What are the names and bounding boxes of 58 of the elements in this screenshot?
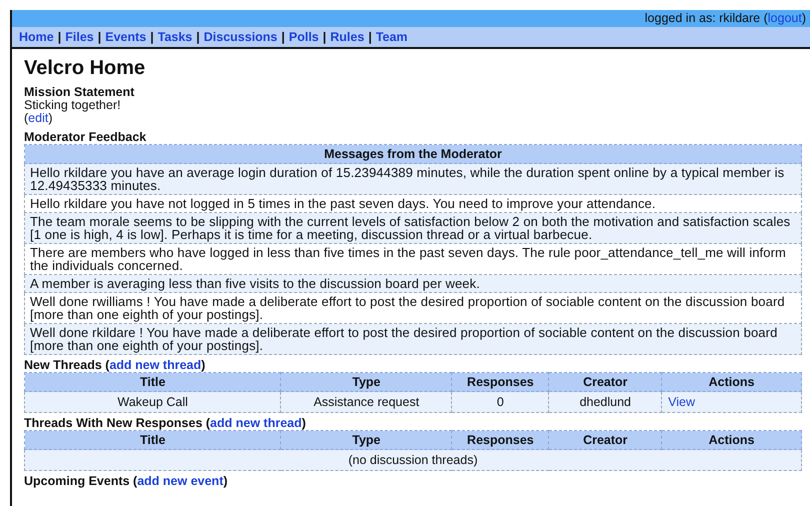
column-header: Actions (662, 430, 802, 450)
nav-separator: | (281, 30, 285, 44)
nav-separator: | (196, 30, 200, 44)
nav-separator: | (150, 30, 154, 44)
add-link[interactable]: add new event (137, 474, 224, 488)
section-heading: Threads With New Responses ( (24, 416, 210, 430)
table-header: Messages from the Moderator (24, 144, 802, 164)
nav-link[interactable]: Home (19, 30, 54, 44)
message-cell: Hello rkildare you have not logged in 5 times in the past seven days. You need to improve your attendance. (24, 194, 802, 212)
message-cell: The team morale seems to be slipping with the current levels of satisfaction below 2 on both the motivation and satisfaction scales [1 one is high, 4 is low]. Perhaps it is time for a meeting, discussion thread or a virtual barbecue. (24, 212, 802, 244)
add-link[interactable]: add new thread (109, 358, 202, 372)
table-cell: dhedlund (548, 392, 662, 412)
nav-link[interactable]: Files (65, 30, 94, 44)
table-cell: Wakeup Call (24, 392, 281, 412)
column-header: Responses (452, 372, 549, 392)
message-cell: There are members who have logged in less than five times in the past seven days. The rule poor_attendance_tell_me will inform the individuals concerned. (24, 244, 802, 274)
column-header: Responses (452, 430, 549, 450)
view-link[interactable]: View (662, 392, 802, 412)
column-header: Type (280, 372, 452, 392)
message-cell: A member is averaging less than five visits to the discussion board per week. (24, 274, 802, 292)
table-cell: Assistance request (280, 392, 452, 412)
section-heading: Upcoming Events ( (24, 474, 138, 488)
nav-separator: | (98, 30, 102, 44)
add-link[interactable]: add new thread (210, 416, 302, 430)
column-header: Creator (548, 372, 662, 392)
message-cell: Well done rkildare ! You have made a deliberate effort to post the desired proportion of sociable content on the discussion board [more than one eighth of your postings]. (24, 324, 802, 354)
column-header: Actions (662, 372, 802, 392)
message-cell: Well done rwilliams ! You have made a deliberate effort to post the desired proportion of sociable content on the discussion board [more than one eighth of your postings]. (24, 292, 802, 324)
section-heading: Moderator Feedback (24, 131, 148, 144)
message-cell: Hello rkildare you have an average login duration of 15.23944389 minutes, while the duration spent online by a typical member is 12.49435333 minutes. (24, 164, 802, 194)
column-header: Creator (548, 430, 662, 450)
login-status-close: ) (802, 11, 806, 25)
edit-link[interactable]: edit (28, 111, 48, 125)
column-header: Title (24, 430, 281, 450)
nav-link[interactable]: Team (376, 30, 408, 44)
nav-link[interactable]: Discussions (204, 30, 278, 44)
mission-text: Sticking together! (24, 99, 122, 112)
login-status: logged in as: rkildare ( (644, 11, 768, 25)
nav-link[interactable]: Tasks (158, 30, 192, 44)
nav-link[interactable]: Events (105, 30, 146, 44)
paren: ( (24, 111, 28, 125)
nav-separator: | (58, 30, 62, 44)
nav-separator: | (322, 30, 326, 44)
empty-message: (no discussion threads) (24, 450, 802, 470)
paren: ) (48, 111, 52, 125)
section-heading: New Threads ( (24, 358, 110, 372)
section-heading: Mission Statement (24, 86, 136, 99)
section-heading-close: ) (223, 474, 228, 488)
nav-link[interactable]: Polls (288, 30, 319, 44)
column-header: Type (280, 430, 452, 450)
column-header: Title (24, 372, 281, 392)
logout-link[interactable]: logout (768, 11, 802, 25)
section-heading-close: ) (201, 358, 206, 372)
section-heading-close: ) (302, 416, 306, 430)
table-cell: 0 (452, 392, 549, 412)
nav-link[interactable]: Rules (330, 30, 364, 44)
nav-separator: | (368, 30, 372, 44)
page-title: Velcro Home (24, 57, 146, 79)
